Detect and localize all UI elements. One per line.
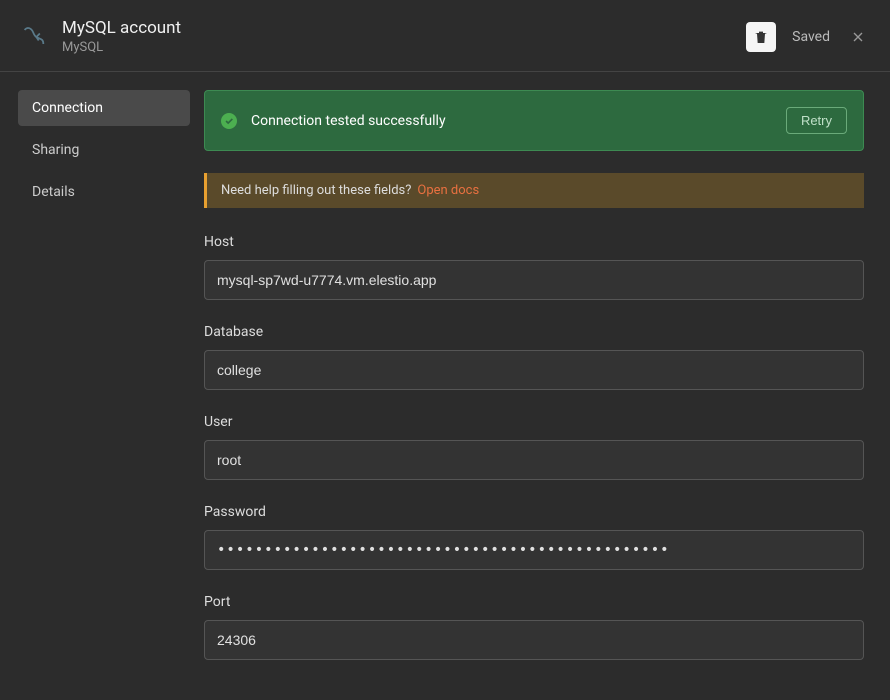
field-user: User — [204, 414, 864, 480]
user-label: User — [204, 414, 864, 430]
database-input[interactable] — [204, 350, 864, 390]
main-content: Connection tested successfully Retry Nee… — [200, 72, 890, 692]
sidebar-item-sharing[interactable]: Sharing — [18, 132, 190, 168]
database-label: Database — [204, 324, 864, 340]
header-left: MySQL account MySQL — [20, 18, 181, 55]
delete-button[interactable] — [746, 22, 776, 52]
user-input[interactable] — [204, 440, 864, 480]
help-banner: Need help filling out these fields? Open… — [204, 173, 864, 208]
check-circle-icon — [221, 113, 237, 129]
field-database: Database — [204, 324, 864, 390]
port-input[interactable] — [204, 620, 864, 660]
header-right: Saved — [746, 22, 870, 52]
trash-icon — [753, 29, 769, 45]
saved-status: Saved — [792, 29, 830, 45]
sidebar-item-label: Details — [32, 184, 75, 200]
open-docs-link[interactable]: Open docs — [417, 183, 479, 198]
help-text: Need help filling out these fields? — [221, 183, 411, 198]
password-label: Password — [204, 504, 864, 520]
host-input[interactable] — [204, 260, 864, 300]
host-label: Host — [204, 234, 864, 250]
field-host: Host — [204, 234, 864, 300]
password-input[interactable] — [204, 530, 864, 570]
page-subtitle: MySQL — [62, 40, 181, 55]
success-message: Connection tested successfully — [251, 113, 446, 129]
content-inner: Connection tested successfully Retry Nee… — [204, 90, 872, 660]
sidebar-item-label: Sharing — [32, 142, 79, 158]
header: MySQL account MySQL Saved — [0, 0, 890, 72]
sidebar: Connection Sharing Details — [0, 72, 200, 692]
close-icon — [850, 29, 866, 45]
page-title: MySQL account — [62, 18, 181, 38]
field-password: Password — [204, 504, 864, 570]
sidebar-item-connection[interactable]: Connection — [18, 90, 190, 126]
close-button[interactable] — [846, 25, 870, 49]
success-banner: Connection tested successfully Retry — [204, 90, 864, 151]
title-group: MySQL account MySQL — [62, 18, 181, 55]
field-port: Port — [204, 594, 864, 660]
retry-button[interactable]: Retry — [786, 107, 847, 134]
port-label: Port — [204, 594, 864, 610]
mysql-icon — [20, 23, 48, 51]
success-left: Connection tested successfully — [221, 113, 446, 129]
sidebar-item-label: Connection — [32, 100, 103, 116]
sidebar-item-details[interactable]: Details — [18, 174, 190, 210]
body: Connection Sharing Details Connection te… — [0, 72, 890, 692]
